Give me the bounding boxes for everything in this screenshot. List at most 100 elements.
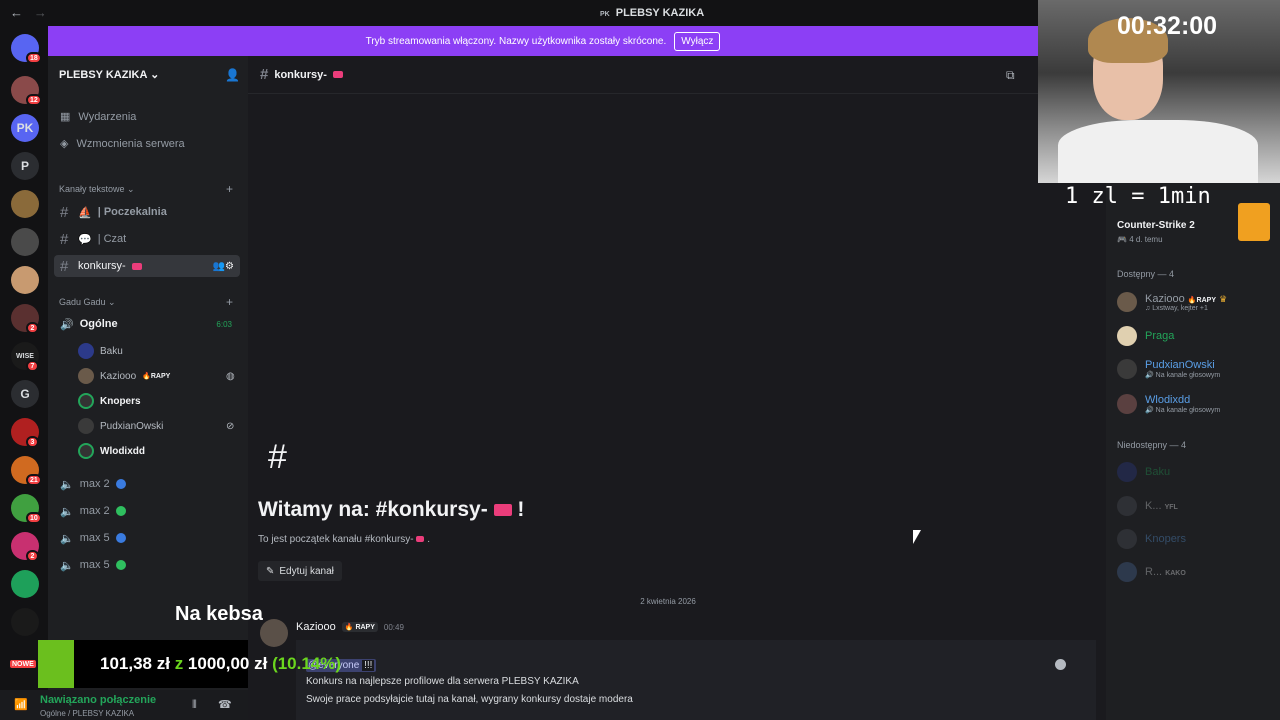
voice-user[interactable]: Wlodixdd: [78, 443, 145, 459]
ticket-icon: [332, 71, 343, 78]
voice-user[interactable]: Knopers: [78, 393, 141, 409]
unread-badge: 10: [26, 512, 42, 524]
blue-circle-icon: [115, 479, 126, 489]
emoji-reaction-icon[interactable]: [1055, 659, 1066, 670]
back-arrow-icon[interactable]: ←: [10, 5, 23, 20]
server-icon[interactable]: [11, 570, 39, 598]
voice-channel-max5-b[interactable]: 🔈 max 5: [54, 554, 240, 576]
boosts-link[interactable]: ◈ Wzmocnienia serwera: [60, 137, 185, 151]
voice-user-name: PudxianOwski: [100, 420, 164, 432]
voice-channel-max5-a[interactable]: 🔈 max 5: [54, 527, 240, 549]
avatar: [1117, 394, 1137, 414]
rapy-tag: 🔥RAPY: [142, 373, 171, 380]
banner-text: Tryb streamowania włączony. Nazwy użytko…: [365, 35, 667, 47]
server-icon[interactable]: G: [11, 380, 39, 408]
welcome-title: Witamy na: #konkursy- !: [258, 498, 524, 522]
hash-icon: #: [260, 66, 269, 83]
add-channel-icon[interactable]: +: [226, 295, 233, 309]
events-link[interactable]: ▦ Wydarzenia: [60, 110, 136, 124]
voice-channel-max2-a[interactable]: 🔈 max 2: [54, 473, 240, 495]
member-row[interactable]: Kaziooo 🔥RAPY ♛ ♫ Lxstway, kejter +1: [1117, 292, 1227, 312]
goal-target: 1000,00 zł: [187, 654, 268, 673]
avatar: [1117, 562, 1137, 582]
server-rail: 18 12 PK P 2 WISE 7 G 3 21 10 2 NOWE: [0, 26, 48, 720]
channel-label: | Poczekalnia: [97, 206, 167, 218]
date-divider: 2 kwietnia 2026: [640, 597, 696, 606]
message-line: Swoje prace podsyłajcie tutaj na kanał, …: [306, 694, 633, 705]
server-icon[interactable]: PK: [11, 114, 39, 142]
member-row[interactable]: R... KAKO: [1117, 562, 1186, 582]
goal-text: 101,38 zł z 1000,00 zł (10.14%): [100, 654, 341, 674]
goal-percent: (10.14%): [272, 654, 342, 673]
server-icon[interactable]: [11, 608, 39, 636]
streamer-mode-banner: Tryb streamowania włączony. Nazwy użytko…: [48, 26, 1038, 56]
threads-icon[interactable]: ⧉: [1006, 68, 1015, 83]
noise-suppression-icon[interactable]: ⦀: [192, 699, 197, 712]
tag-label: RAPY: [150, 373, 171, 380]
category-gadu-gadu[interactable]: Gadu Gadu ⌄: [59, 297, 116, 308]
ticket-icon: [416, 536, 425, 542]
add-user-icon[interactable]: 👤: [225, 68, 240, 82]
welcome-subtitle: To jest początek kanału #konkursy- .: [258, 534, 430, 545]
voice-user[interactable]: PudxianOwski ⊘: [78, 418, 234, 434]
avatar[interactable]: [260, 619, 288, 647]
message-author[interactable]: Kaziooo: [296, 621, 336, 633]
channel-settings-icon[interactable]: 👥⚙: [213, 261, 234, 272]
server-icon[interactable]: [11, 190, 39, 218]
avatar: [1117, 292, 1137, 312]
server-icon[interactable]: P: [11, 152, 39, 180]
hash-icon: #: [60, 203, 69, 221]
forward-arrow-icon[interactable]: →: [34, 5, 47, 20]
message-header: Kaziooo 🔥 RAPY 00:49: [296, 621, 404, 633]
hash-icon: #: [60, 257, 69, 275]
edit-channel-button[interactable]: ✎ Edytuj kanał: [258, 561, 342, 581]
server-icon[interactable]: [11, 228, 39, 256]
speaker-icon: 🔊: [60, 318, 74, 331]
disable-streamer-button[interactable]: Wyłącz: [674, 31, 721, 51]
tag-label: KAKO: [1165, 570, 1186, 577]
unread-badge: 2: [26, 322, 39, 334]
member-row[interactable]: K... YFL: [1117, 496, 1178, 516]
speaker-icon: 🔈: [60, 559, 74, 572]
member-info: Wlodixdd 🔊 Na kanale głosowym: [1145, 394, 1220, 414]
server-name-menu[interactable]: PLEBSY KAZIKA ⌄: [59, 68, 159, 81]
avatar: [1117, 529, 1137, 549]
member-status-text: Lxstway, kejter +1: [1152, 304, 1208, 312]
speaker-icon: 🔈: [60, 532, 74, 545]
voice-user[interactable]: Kaziooo 🔥RAPY ◍: [78, 368, 235, 384]
tag-label: YFL: [1164, 504, 1178, 511]
history-nav[interactable]: ← →: [10, 5, 47, 20]
voice-channel-max2-b[interactable]: 🔈 max 2: [54, 500, 240, 522]
category-label: Gadu Gadu: [59, 297, 106, 307]
member-info: PudxianOwski 🔊 Na kanale głosowym: [1145, 359, 1220, 379]
rapy-tag: 🔥RAPY: [1187, 296, 1216, 304]
channel-label: max 2: [79, 478, 110, 490]
voice-channel-ogolne[interactable]: 🔊 Ogólne 6:03: [54, 313, 240, 335]
category-label: Kanały tekstowe: [59, 184, 125, 194]
disconnect-icon[interactable]: ☎: [218, 698, 232, 711]
channel-konkursy[interactable]: # konkursy- 👥⚙: [54, 255, 240, 277]
category-text-channels[interactable]: Kanały tekstowe ⌄: [59, 184, 135, 195]
channel-poczekalnia[interactable]: # ⛵ | Poczekalnia: [54, 201, 240, 223]
channel-label: konkursy-: [78, 260, 126, 272]
pencil-icon: ✎: [266, 565, 275, 577]
add-channel-icon[interactable]: +: [226, 182, 233, 196]
channel-czat[interactable]: # 💬 | Czat: [54, 228, 240, 250]
member-row[interactable]: Baku: [1117, 462, 1170, 482]
welcome-subtitle-text: To jest początek kanału #konkursy-: [258, 534, 414, 545]
member-row[interactable]: Knopers: [1117, 529, 1186, 549]
boosts-label: Wzmocnienia serwera: [76, 137, 185, 150]
green-circle-icon: [115, 560, 126, 570]
member-row[interactable]: Wlodixdd 🔊 Na kanale głosowym: [1117, 394, 1220, 414]
avatar: [78, 418, 94, 434]
goal-caption: Na kebsa: [175, 603, 263, 625]
server-name: PLEBSY KAZIKA: [59, 69, 148, 81]
member-row[interactable]: Praga: [1117, 326, 1174, 346]
voice-user[interactable]: Baku: [78, 343, 123, 359]
member-name: R... KAKO: [1145, 566, 1186, 578]
welcome-title-end: !: [517, 498, 525, 521]
server-icon[interactable]: [11, 266, 39, 294]
connection-status[interactable]: Nawiązano połączenie: [40, 694, 156, 706]
member-row[interactable]: PudxianOwski 🔊 Na kanale głosowym: [1117, 359, 1220, 379]
channel-label: Ogólne: [79, 318, 118, 330]
